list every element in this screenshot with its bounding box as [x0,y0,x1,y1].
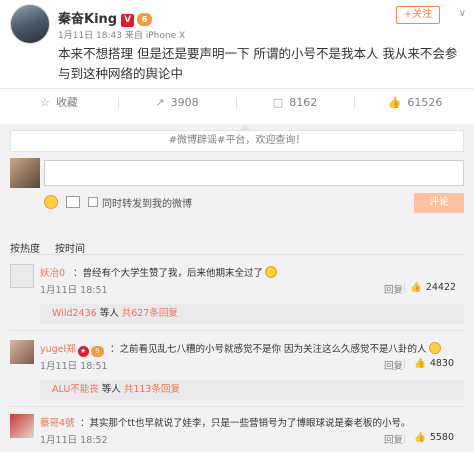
emoji-icon [428,342,441,354]
sub-reply-count[interactable]: 共113条回复 [124,384,180,395]
comment-icon: □ [272,96,284,109]
source-prefix: 来自 [124,31,143,41]
favorite-label: 收藏 [55,96,78,109]
divider [404,359,405,369]
comment-like-button[interactable]: 👍 4830 [414,358,454,369]
comment-like-button[interactable]: 👍 5580 [414,432,454,443]
repost-button[interactable]: ↗ 3908 [118,89,236,117]
comment-button[interactable]: □ 8162 [236,89,354,117]
comment-author[interactable]: 妖冶0 [40,265,65,279]
divider [10,406,464,407]
post-source: iPhone X [145,31,186,41]
comment-like-count: 4830 [429,358,455,369]
comment-time: 1月11日 18:52 [40,435,108,446]
favorite-button[interactable]: ☆ 收藏 [0,89,118,117]
emoji-icon [265,266,278,278]
comment-author[interactable]: 蔡哥4號 [40,415,75,429]
comment-text: ：其实那个tt也早就说了娃李，只是一些营销号为了博眼球说是秦老板的小号。 [80,418,411,429]
repost-icon: ↗ [155,96,165,109]
divider [10,254,464,255]
comment-like-count: 5580 [429,432,455,443]
divider [354,97,355,109]
my-avatar [10,158,40,188]
repost-checkbox[interactable] [88,197,98,207]
comment-text: ：曾经有个大学生赞了我，后来他期末全过了 [73,265,278,279]
emoji-icon[interactable] [44,195,58,209]
level-badge-icon: 6 [137,13,153,26]
sub-replies-link[interactable]: Wild2436 等人 共627条回复 [40,304,464,324]
star-icon: ☆ [40,96,50,109]
rumor-notice[interactable]: #微博辟谣#平台，欢迎查询！ [10,130,464,152]
post-meta: 1月11日 18:43 来自 iPhone X [58,28,185,41]
author-name[interactable]: 秦奋King [58,12,117,27]
comment-like-count: 24422 [425,282,457,293]
comment-author[interactable]: yugel郑 [40,344,76,355]
repost-checkbox-label[interactable]: 同时转发到我的微博 [102,195,192,210]
reply-button[interactable]: 回复 [384,358,403,372]
divider [10,330,464,331]
author-avatar[interactable] [10,4,50,44]
comment-time: 1月11日 18:51 [40,285,108,296]
star-badge-icon: ★ [77,346,89,357]
comment-like-button[interactable]: 👍 24422 [410,282,456,293]
level-badge-icon: 6 [90,346,104,357]
comment-time: 1月11日 18:51 [40,361,108,372]
thumbs-up-icon: 👍 [387,96,402,109]
comment-author-row[interactable]: yugel郑 ★ 6 [40,341,104,357]
author-name-row[interactable]: 秦奋King V 6 [58,8,153,27]
divider [404,283,405,293]
comment-count: 8162 [289,96,318,109]
avatar[interactable] [10,340,34,364]
thumbs-up-icon: 👍 [410,282,422,293]
like-count: 61526 [407,96,443,109]
comment-submit-button[interactable]: 评论 [414,193,464,213]
divider [404,433,405,443]
comment-text-content: ：曾经有个大学生赞了我，后来他期末全过了 [73,268,264,279]
sub-reply-text: 等人 [96,308,122,319]
post-text: 本来不想搭理 但是还是要声明一下 所谓的小号不是我本人 我从来不会参与到这种网络… [58,46,458,81]
sub-reply-text: 等人 [98,384,124,395]
chevron-down-icon[interactable]: ∨ [459,8,466,19]
thumbs-up-icon: 👍 [414,432,426,443]
sub-reply-author[interactable]: Wild2436 [52,308,97,319]
image-icon[interactable] [66,196,80,208]
avatar[interactable] [10,414,34,438]
sub-replies-link[interactable]: ALU不能丧 等人 共113条回复 [40,380,464,400]
sub-reply-author[interactable]: ALU不能丧 [52,384,99,395]
comment-input[interactable] [44,160,464,186]
avatar[interactable] [10,264,34,288]
sub-reply-count[interactable]: 共627条回复 [122,308,178,319]
comment-text-content: ：之前看见乱七八糟的小号就感觉不是你 因为关注这么久感觉不是八卦的人 [110,344,427,355]
like-button[interactable]: 👍 61526 [356,89,474,117]
post-time[interactable]: 1月11日 18:43 [58,31,122,41]
action-bar: ☆ 收藏 ↗ 3908 □ 8162 👍 61526 [0,88,474,116]
thumbs-up-icon: 👍 [414,358,426,369]
sort-by-time-tab[interactable]: 按时间 [55,240,85,255]
repost-count: 3908 [170,96,199,109]
reply-button[interactable]: 回复 [384,432,403,446]
follow-button[interactable]: +关注 [396,6,440,24]
reply-button[interactable]: 回复 [384,282,403,296]
verified-badge-icon: V [121,14,135,27]
sort-by-heat-tab[interactable]: 按热度 [10,240,40,255]
comment-text: ：之前看见乱七八糟的小号就感觉不是你 因为关注这么久感觉不是八卦的人 [110,341,441,355]
